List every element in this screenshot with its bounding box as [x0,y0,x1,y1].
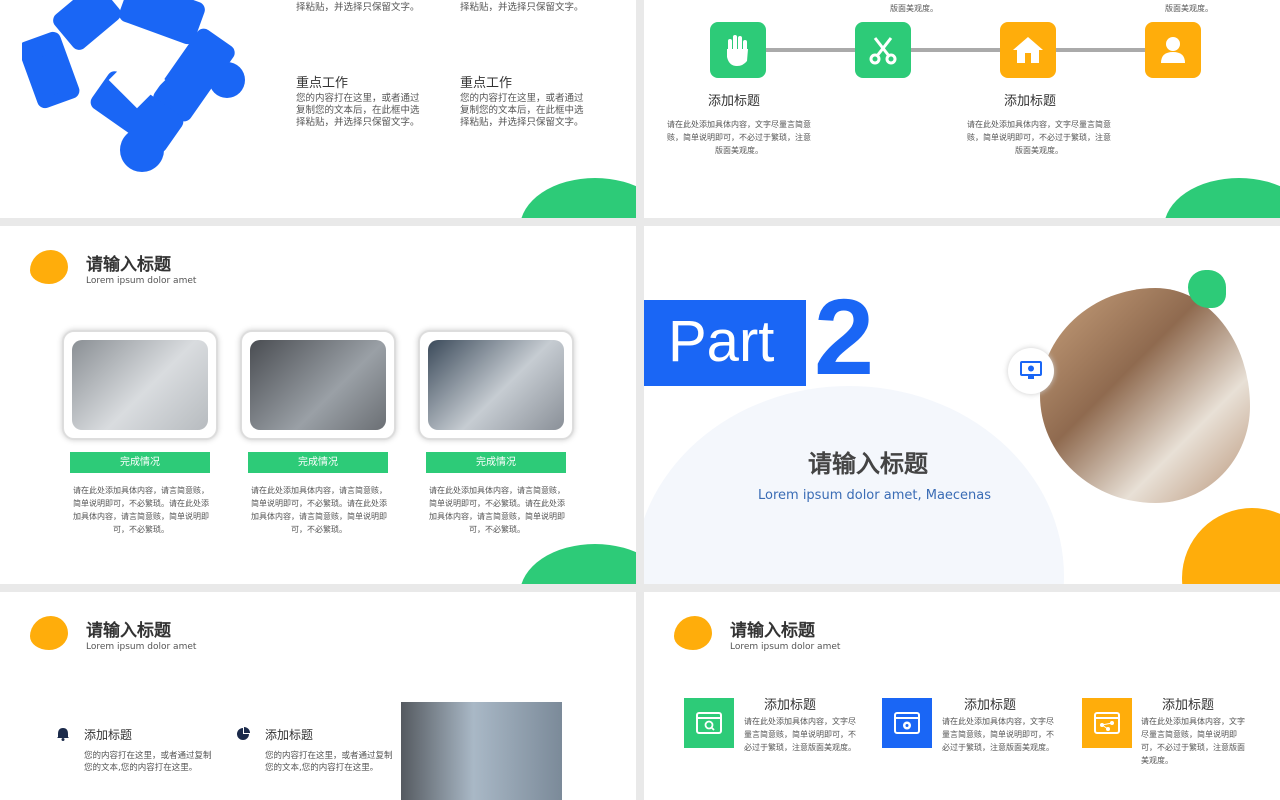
slide-3[interactable]: 请输入标题 Lorem ipsum dolor amet 完成情况 完成情况 完… [0,226,636,584]
slide-title: 请输入标题 [86,255,171,275]
item2-title: 添加标题 [265,728,314,742]
item3-title: 添加标题 [1162,698,1215,713]
green-blob-decoration [1188,270,1226,308]
slide-subtitle: Lorem ipsum dolor amet [86,276,197,286]
item1-title: 添加标题 [764,698,817,713]
card2-body: 请在此处添加具体内容，请言简意赅，简单说明即可，不必繁琐。请在此处添加具体内容，… [251,486,387,534]
corner-green-decoration [520,544,636,584]
hands-teamwork-icon [22,0,245,172]
pie-icon [237,727,250,740]
user-icon[interactable] [1145,22,1201,78]
monitor-gear-icon[interactable] [1008,348,1054,394]
connector-line [734,48,1164,52]
yellow-blob-decoration [30,250,68,284]
scissors-icon[interactable] [855,22,911,78]
status-label-2: 完成情况 [248,452,388,473]
person-laptop-photo [401,702,562,800]
slide-5[interactable]: 请输入标题 Lorem ipsum dolor amet 添加标题 您的内容打在… [0,592,636,800]
bell-icon [57,728,69,741]
corner-green-decoration [520,178,636,218]
slide-subtitle: Lorem ipsum dolor amet [86,642,197,652]
slide-2[interactable]: 版面美观度。 版面美观度。 添加标题 请在此处添加具体内容，文字尽量言简意赅，简… [644,0,1280,218]
team-meeting-photo [1040,288,1250,503]
item2-body: 您的内容打在这里，或者通过复制您的文本后，在此框中选择粘贴，并选择只保留文字。 [460,93,584,128]
item1-body: 请在此处添加具体内容，文字尽量言简意赅，简单说明即可，不必过于繁琐，注意版面美观… [744,717,856,752]
yellow-blob-decoration [674,616,712,650]
section-title: 请输入标题 [808,450,928,478]
slide-subtitle: Lorem ipsum dolor amet [730,642,841,652]
corner-green-decoration [1164,178,1280,218]
slide-title: 请输入标题 [730,621,815,641]
slide-1[interactable]: 复制您的文本后，在此框中选择粘贴，并选择只保留文字。 复制您的文本后，在此框中选… [0,0,636,218]
settings-window-icon[interactable] [882,698,932,748]
photo-card-1[interactable] [62,330,218,440]
top-note-center: 版面美观度。 [890,4,938,13]
item1-title: 重点工作 [296,76,349,91]
block1-body: 请在此处添加具体内容，文字尽量言简意赅，简单说明即可，不必过于繁琐，注意版面美观… [667,120,811,155]
status-label-3: 完成情况 [426,452,566,473]
item1-title: 添加标题 [84,728,133,742]
hand-icon[interactable] [710,22,766,78]
section-subtitle: Lorem ipsum dolor amet, Maecenas [758,488,992,503]
top-text-col1: 复制您的文本后，在此框中选择粘贴，并选择只保留文字。 [296,0,420,13]
photo-card-3[interactable] [418,330,574,440]
status-label-1: 完成情况 [70,452,210,473]
block1-title: 添加标题 [708,94,761,109]
yellow-blob-decoration [30,616,68,650]
block2-body: 请在此处添加具体内容，文字尽量言简意赅，简单说明即可，不必过于繁琐，注意版面美观… [967,120,1111,155]
desk-monitor-photo [250,340,386,430]
block2-title: 添加标题 [1004,94,1057,109]
card1-body: 请在此处添加具体内容，请言简意赅，简单说明即可，不必繁琐。请在此处添加具体内容，… [73,486,209,534]
card3-body: 请在此处添加具体内容，请言简意赅，简单说明即可，不必繁琐。请在此处添加具体内容，… [429,486,565,534]
item2-title: 添加标题 [964,698,1017,713]
yellow-corner-decoration [1182,508,1280,584]
slide-4[interactable]: Part 2 请输入标题 Lorem ipsum dolor amet, Mae… [644,226,1280,584]
home-icon[interactable] [1000,22,1056,78]
item2-body: 您的内容打在这里，或者通过复制您的文本,您的内容打在这里。 [265,751,393,773]
item2-title: 重点工作 [460,76,513,91]
light-circle-decoration [644,386,1064,584]
item2-body: 请在此处添加具体内容，文字尽量言简意赅，简单说明即可，不必过于繁琐，注意版面美观… [942,717,1054,752]
top-text-col2: 复制您的文本后，在此框中选择粘贴，并选择只保留文字。 [460,0,584,13]
item1-body: 您的内容打在这里，或者通过复制您的文本,您的内容打在这里。 [84,751,212,773]
slide-grid: 复制您的文本后，在此框中选择粘贴，并选择只保留文字。 复制您的文本后，在此框中选… [0,0,1280,800]
keyboard-documents-photo [428,340,564,430]
part-number: 2 [814,276,875,397]
slide-6[interactable]: 请输入标题 Lorem ipsum dolor amet 添加标题 请在此处添加… [644,592,1280,800]
part-word: Part [668,309,775,374]
network-window-icon[interactable] [1082,698,1132,748]
laptop-phone-photo [72,340,208,430]
item3-body: 请在此处添加具体内容，文字尽量言简意赅，简单说明即可，不必过于繁琐，注意版面美观… [1141,717,1245,765]
search-window-icon[interactable] [684,698,734,748]
photo-card-2[interactable] [240,330,396,440]
top-note-right: 版面美观度。 [1165,4,1213,13]
slide-title: 请输入标题 [86,621,171,641]
item1-body: 您的内容打在这里，或者通过复制您的文本后，在此框中选择粘贴，并选择只保留文字。 [296,93,420,128]
